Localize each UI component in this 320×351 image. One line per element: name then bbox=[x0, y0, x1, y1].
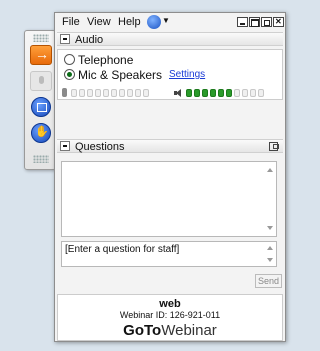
scroll-down-icon[interactable] bbox=[267, 226, 273, 230]
audio-section-header[interactable]: Audio bbox=[57, 32, 283, 46]
microphone-icon bbox=[62, 88, 67, 97]
microphone-icon[interactable] bbox=[30, 71, 52, 91]
logo-light: Webinar bbox=[161, 322, 217, 339]
question-input[interactable]: [Enter a question for staff] bbox=[61, 241, 277, 267]
raise-hand-icon[interactable] bbox=[31, 123, 51, 143]
speaker-level-segment bbox=[250, 89, 256, 97]
telephone-radio[interactable] bbox=[64, 54, 75, 65]
speaker-level-segment bbox=[202, 89, 208, 97]
mic-level-segment bbox=[127, 89, 133, 97]
speaker-level-segment bbox=[242, 89, 248, 97]
question-input-placeholder: [Enter a question for staff] bbox=[65, 244, 180, 255]
mic-level-segment bbox=[87, 89, 93, 97]
speaker-level-segment bbox=[258, 89, 264, 97]
mic-level-segment bbox=[111, 89, 117, 97]
screen-icon[interactable] bbox=[31, 97, 51, 117]
globe-icon[interactable] bbox=[147, 15, 161, 29]
speaker-level-segment bbox=[210, 89, 216, 97]
speaker-level-segment bbox=[226, 89, 232, 97]
collapse-icon[interactable] bbox=[60, 34, 70, 44]
scroll-down-icon[interactable] bbox=[267, 258, 273, 262]
speaker-level-segment bbox=[194, 89, 200, 97]
close-icon[interactable] bbox=[273, 17, 284, 27]
speaker-level-segment bbox=[218, 89, 224, 97]
audio-panel: Telephone Mic & Speakers Settings bbox=[57, 49, 283, 100]
speaker-level-segment bbox=[234, 89, 240, 97]
webinar-name: web bbox=[159, 298, 181, 310]
telephone-label[interactable]: Telephone bbox=[78, 53, 133, 67]
menu-file[interactable]: File bbox=[62, 16, 80, 28]
mic-level-segment bbox=[103, 89, 109, 97]
speaker-level-segment bbox=[186, 89, 192, 97]
mic-speakers-label[interactable]: Mic & Speakers bbox=[78, 68, 162, 82]
speaker-icon bbox=[174, 88, 183, 97]
mic-level-segment bbox=[135, 89, 141, 97]
mic-level-segment bbox=[95, 89, 101, 97]
control-panel: File View Help ▼ Audio Telephone Mic & S… bbox=[54, 12, 286, 342]
audio-meters bbox=[62, 87, 280, 99]
mic-speakers-radio[interactable] bbox=[64, 69, 75, 80]
scroll-up-icon[interactable] bbox=[267, 168, 273, 172]
chevron-down-icon[interactable]: ▼ bbox=[162, 16, 170, 25]
minimize-icon[interactable] bbox=[237, 17, 248, 27]
toolbar-grip-bottom[interactable] bbox=[33, 155, 49, 163]
popout-icon[interactable] bbox=[269, 142, 279, 151]
logo-bold: GoTo bbox=[123, 322, 162, 339]
menu-help[interactable]: Help bbox=[118, 16, 141, 28]
control-toolbar bbox=[24, 30, 56, 170]
audio-section-title: Audio bbox=[75, 34, 104, 46]
restore-icon[interactable] bbox=[261, 17, 272, 27]
mic-level-segment bbox=[79, 89, 85, 97]
collapse-icon[interactable] bbox=[60, 141, 70, 151]
audio-settings-link[interactable]: Settings bbox=[169, 69, 205, 80]
mic-level-segment bbox=[71, 89, 77, 97]
send-button[interactable]: Send bbox=[255, 274, 282, 288]
mic-level-segment bbox=[143, 89, 149, 97]
maximize-icon[interactable] bbox=[249, 17, 260, 27]
scroll-up-icon[interactable] bbox=[267, 246, 273, 250]
webinar-id: Webinar ID: 126-921-011 bbox=[119, 310, 221, 320]
show-hide-panel-button[interactable] bbox=[30, 45, 52, 65]
questions-section-header[interactable]: Questions bbox=[57, 139, 283, 153]
gotowebinar-logo: GoToWebinar bbox=[58, 322, 282, 339]
toolbar-grip[interactable] bbox=[33, 34, 49, 42]
menu-view[interactable]: View bbox=[87, 16, 111, 28]
menu-bar: File View Help ▼ bbox=[55, 13, 285, 31]
questions-section-title: Questions bbox=[75, 141, 125, 153]
webinar-info: web Webinar ID: 126-921-011 GoToWebinar bbox=[57, 294, 283, 341]
mic-level-segment bbox=[119, 89, 125, 97]
questions-log[interactable] bbox=[61, 161, 277, 237]
